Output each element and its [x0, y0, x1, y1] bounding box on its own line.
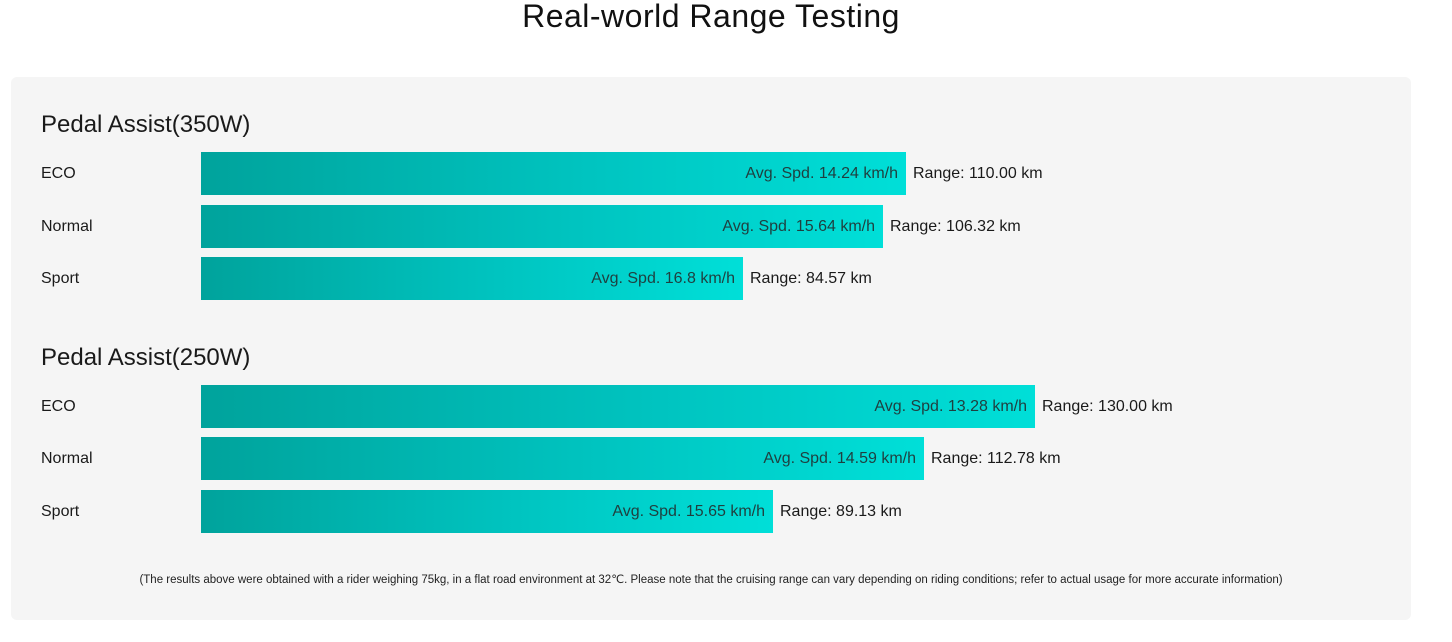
mode-label: ECO: [41, 398, 76, 415]
range-value-label: Range: 89.13 km: [780, 503, 902, 520]
bar-row-normal-250w: Normal Avg. Spd. 14.59 km/h Range: 112.7…: [11, 437, 1411, 480]
range-bar: Avg. Spd. 14.24 km/h: [201, 152, 906, 195]
avg-speed-label: Avg. Spd. 15.65 km/h: [612, 503, 765, 520]
range-value-label: Range: 110.00 km: [913, 165, 1043, 182]
bar-row-eco-350w: ECO Avg. Spd. 14.24 km/h Range: 110.00 k…: [11, 152, 1411, 195]
bar-row-normal-350w: Normal Avg. Spd. 15.64 km/h Range: 106.3…: [11, 205, 1411, 248]
group-title: Pedal Assist(250W): [41, 344, 251, 371]
range-bar: Avg. Spd. 16.8 km/h: [201, 257, 743, 300]
mode-label: Sport: [41, 503, 80, 520]
range-bar: Avg. Spd. 15.65 km/h: [201, 490, 773, 533]
avg-speed-label: Avg. Spd. 14.24 km/h: [745, 165, 898, 182]
range-value-label: Range: 112.78 km: [931, 450, 1061, 467]
range-bar: Avg. Spd. 13.28 km/h: [201, 385, 1035, 428]
mode-label: Normal: [41, 450, 93, 467]
mode-label: Normal: [41, 218, 93, 235]
bar-row-sport-350w: Sport Avg. Spd. 16.8 km/h Range: 84.57 k…: [11, 257, 1411, 300]
test-conditions-footnote: (The results above were obtained with a …: [139, 574, 1283, 586]
mode-label: Sport: [41, 270, 80, 287]
bar-row-eco-250w: ECO Avg. Spd. 13.28 km/h Range: 130.00 k…: [11, 385, 1411, 428]
mode-label: ECO: [41, 165, 76, 182]
avg-speed-label: Avg. Spd. 14.59 km/h: [763, 450, 916, 467]
page-title: Real-world Range Testing: [522, 0, 900, 34]
range-bar: Avg. Spd. 15.64 km/h: [201, 205, 883, 248]
avg-speed-label: Avg. Spd. 13.28 km/h: [874, 398, 1027, 415]
range-chart-panel: Pedal Assist(350W) ECO Avg. Spd. 14.24 k…: [11, 77, 1411, 620]
bar-row-sport-250w: Sport Avg. Spd. 15.65 km/h Range: 89.13 …: [11, 490, 1411, 533]
range-value-label: Range: 130.00 km: [1042, 398, 1173, 415]
range-value-label: Range: 84.57 km: [750, 270, 872, 287]
range-value-label: Range: 106.32 km: [890, 218, 1021, 235]
range-bar: Avg. Spd. 14.59 km/h: [201, 437, 924, 480]
group-title: Pedal Assist(350W): [41, 111, 251, 138]
avg-speed-label: Avg. Spd. 16.8 km/h: [591, 270, 735, 287]
avg-speed-label: Avg. Spd. 15.64 km/h: [722, 218, 875, 235]
